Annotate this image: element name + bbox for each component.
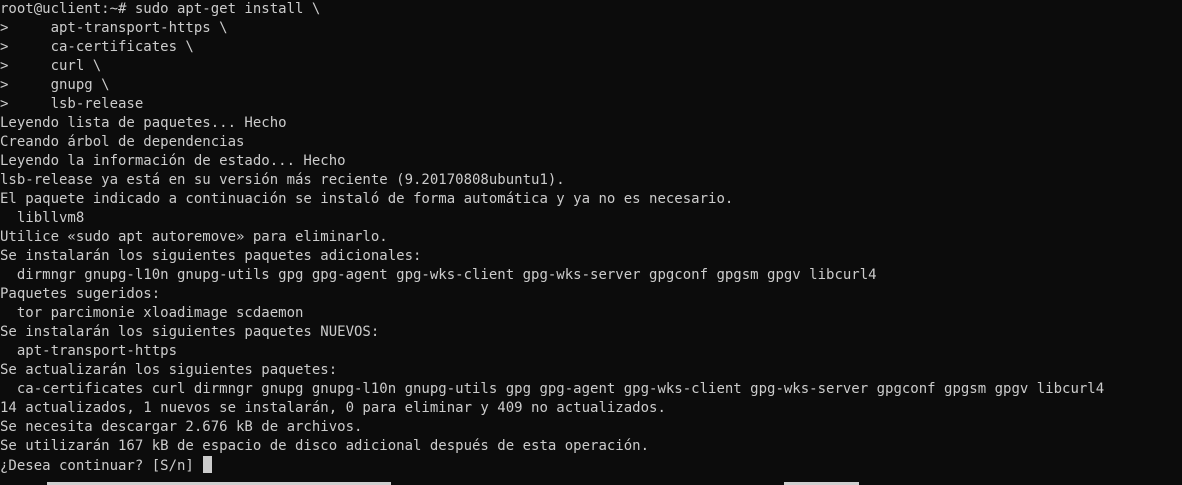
terminal-line: libllvm8: [0, 210, 85, 226]
terminal-window[interactable]: root@uclient:~# sudo apt-get install \ >…: [0, 0, 1182, 485]
terminal-line: 14 actualizados, 1 nuevos se instalarán,…: [0, 400, 666, 416]
terminal-line: ca-certificates curl dirmngr gnupg gnupg…: [0, 381, 1105, 397]
terminal-line: lsb-release ya está en su versión más re…: [0, 172, 565, 188]
terminal-line: > lsb-release: [0, 96, 144, 112]
terminal-line: apt-transport-https: [0, 343, 178, 359]
terminal-line: Se instalarán los siguientes paquetes ad…: [0, 248, 422, 264]
terminal-line: Creando árbol de dependencias: [0, 134, 245, 150]
terminal-line: > curl \: [0, 58, 102, 74]
terminal-line: dirmngr gnupg-l10n gnupg-utils gpg gpg-a…: [0, 267, 877, 283]
terminal-line: > ca-certificates \: [0, 39, 194, 55]
terminal-line: El paquete indicado a continuación se in…: [0, 191, 734, 207]
terminal-output: root@uclient:~# sudo apt-get install \ >…: [0, 0, 1104, 475]
terminal-line: Se instalarán los siguientes paquetes NU…: [0, 324, 380, 340]
terminal-line: Se actualizarán los siguientes paquetes:: [0, 362, 338, 378]
terminal-line: Paquetes sugeridos:: [0, 286, 161, 302]
text-cursor: [203, 456, 213, 473]
terminal-line: Se necesita descargar 2.676 kB de archiv…: [0, 419, 363, 435]
terminal-line: Se utilizarán 167 kB de espacio de disco…: [0, 438, 650, 454]
terminal-prompt-line[interactable]: ¿Desea continuar? [S/n]: [0, 456, 1104, 475]
terminal-line: > apt-transport-https \: [0, 20, 228, 36]
terminal-line: tor parcimonie xloadimage scdaemon: [0, 305, 304, 321]
terminal-line: Leyendo lista de paquetes... Hecho: [0, 115, 287, 131]
confirm-prompt: ¿Desea continuar? [S/n]: [0, 458, 203, 474]
terminal-line: Utilice «sudo apt autoremove» para elimi…: [0, 229, 388, 245]
terminal-line: root@uclient:~# sudo apt-get install \: [0, 1, 321, 17]
terminal-line: Leyendo la información de estado... Hech…: [0, 153, 346, 169]
terminal-line: > gnupg \: [0, 77, 110, 93]
